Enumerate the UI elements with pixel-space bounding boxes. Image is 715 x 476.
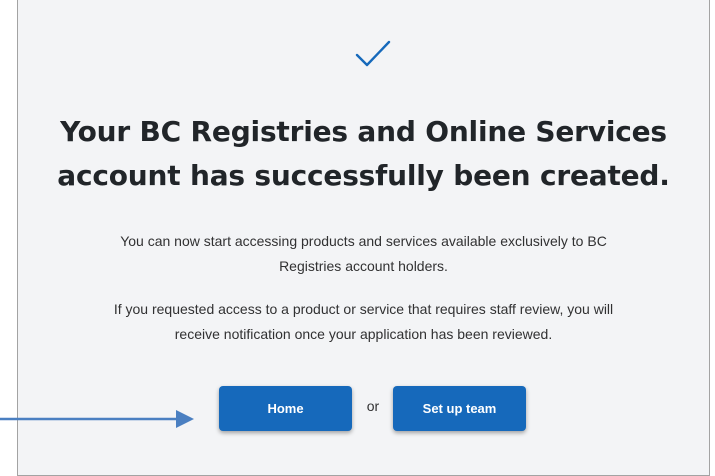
page-title: Your BC Registries and Online Services a…: [18, 110, 709, 198]
home-button[interactable]: Home: [219, 386, 352, 431]
page-title-line-1: Your BC Registries and Online Services: [60, 115, 667, 148]
review-message: If you requested access to a product or …: [38, 297, 689, 347]
review-message-line-2: receive notification once your applicati…: [174, 326, 553, 342]
access-message-line-2: Registries account holders.: [279, 258, 448, 274]
or-separator: or: [366, 398, 380, 414]
access-message: You can now start accessing products and…: [38, 229, 689, 279]
arrow-right-icon: [0, 410, 194, 428]
review-message-line-1: If you requested access to a product or …: [113, 301, 614, 317]
page-title-line-2: account has successfully been created.: [57, 159, 670, 192]
access-message-line-1: You can now start accessing products and…: [120, 233, 607, 249]
set-up-team-button[interactable]: Set up team: [393, 386, 526, 431]
checkmark-icon: [355, 40, 391, 67]
